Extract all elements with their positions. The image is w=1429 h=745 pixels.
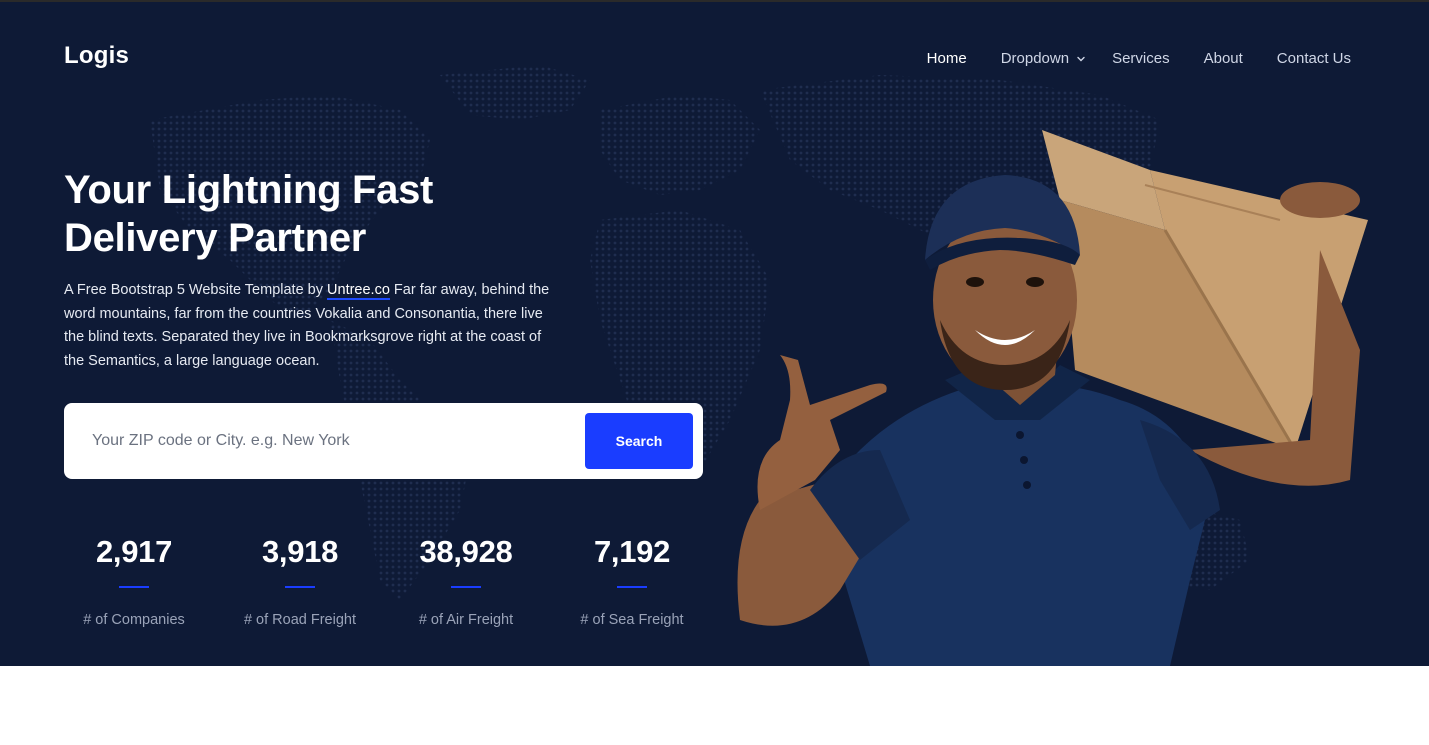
main-nav: Home Dropdown Services About Contact Us [893, 50, 1351, 67]
nav-item-services[interactable]: Services [1112, 50, 1170, 67]
zip-city-input[interactable] [92, 425, 572, 457]
nav-item-home[interactable]: Home [927, 50, 967, 67]
chevron-down-icon [1077, 56, 1085, 61]
headline-line-2: Delivery Partner [64, 216, 367, 260]
nav-item-about[interactable]: About [1204, 50, 1243, 67]
stat-underline [119, 586, 149, 588]
stat-road-freight: 3,918 # of Road Freight [230, 530, 370, 628]
stat-underline [285, 586, 315, 588]
stat-air-freight: 38,928 # of Air Freight [396, 530, 536, 628]
lead-text-start: A Free Bootstrap 5 Website Template by [64, 282, 328, 298]
stat-label: # of Sea Freight [580, 612, 684, 628]
headline-line-1: Your Lightning Fast [64, 168, 434, 212]
stat-sea-freight: 7,192 # of Sea Freight [562, 530, 702, 628]
nav-item-label: Home [926, 50, 967, 67]
stats-row: 2,917 # of Companies 3,918 # of Road Fre… [64, 530, 704, 640]
stat-label: # of Road Freight [243, 612, 357, 628]
delivery-man-image [737, 130, 1368, 666]
stat-underline [451, 586, 481, 588]
stat-number: 38,928 [419, 534, 513, 569]
hero-headline: Your Lightning Fast Delivery Partner [64, 166, 624, 262]
stat-companies: 2,917 # of Companies [64, 530, 204, 628]
stat-underline [617, 586, 647, 588]
stat-label: # of Companies [83, 612, 185, 628]
nav-item-dropdown[interactable]: Dropdown [1001, 50, 1086, 67]
brand-logo[interactable]: Logis [64, 42, 129, 70]
nav-item-label: Dropdown [1000, 50, 1070, 67]
search-button[interactable]: Search [585, 413, 693, 469]
stat-number: 3,918 [261, 534, 339, 569]
nav-item-label: About [1203, 50, 1243, 67]
stat-number: 7,192 [593, 534, 671, 569]
untree-link[interactable]: Untree.co [327, 282, 390, 300]
stat-number: 2,917 [95, 534, 173, 569]
hero-description: A Free Bootstrap 5 Website Template by U… [64, 279, 554, 373]
hero-section: Logis Home Dropdown Services About Conta… [0, 0, 1429, 666]
search-form: Search [64, 403, 703, 479]
nav-item-label: Contact Us [1276, 50, 1351, 67]
nav-item-contact[interactable]: Contact Us [1277, 50, 1351, 67]
nav-item-label: Services [1112, 50, 1170, 67]
stat-label: # of Air Freight [418, 612, 514, 628]
